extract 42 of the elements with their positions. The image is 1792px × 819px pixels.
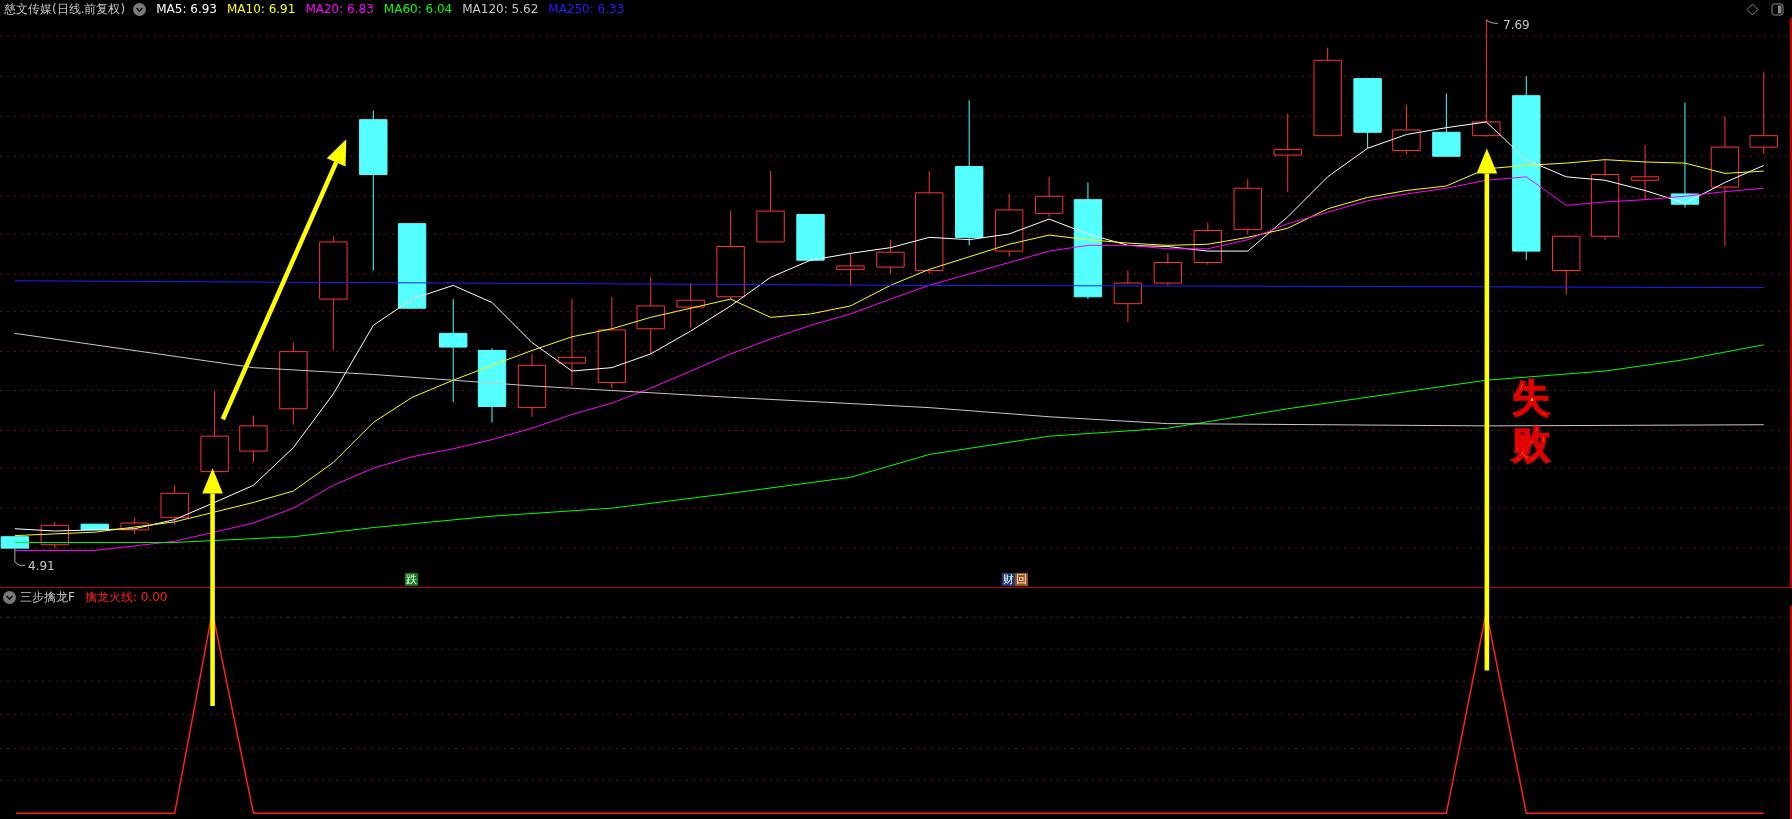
- ma-reading: MA5: 6.93: [156, 2, 217, 16]
- ma-reading: MA120: 5.62: [462, 2, 539, 16]
- candlestick: [1113, 270, 1143, 323]
- candlestick: [120, 516, 149, 535]
- signal-badge: 财: [1002, 573, 1015, 586]
- candlestick: [1353, 78, 1382, 149]
- candlestick: [1034, 176, 1064, 218]
- candlestick: [160, 484, 189, 526]
- candlestick: [836, 252, 865, 286]
- candlestick: [1153, 252, 1183, 286]
- candlestick: [40, 521, 69, 549]
- candlestick: [0, 536, 30, 549]
- ma-reading: MA60: 6.04: [383, 2, 453, 16]
- chevron-down-icon: [133, 2, 147, 16]
- panel-toggle-icon: [1771, 2, 1784, 16]
- candlestick: [239, 415, 268, 463]
- signal-badge: 回: [1015, 573, 1028, 586]
- price-label: 7.69: [1503, 18, 1530, 32]
- annotation-text: 失败: [1512, 376, 1550, 468]
- candlestick: [1630, 144, 1660, 201]
- diamond-icon: [1746, 2, 1759, 16]
- candlestick: [1392, 104, 1421, 155]
- candlestick: [1432, 92, 1461, 157]
- candlestick: [1233, 178, 1262, 235]
- ma-reading: MA250: 6.33: [548, 2, 625, 16]
- price-label: 4.91: [28, 559, 55, 573]
- leader-line: [1485, 19, 1499, 25]
- ma-reading: MA10: 6.91: [226, 2, 296, 16]
- candlestick: [1552, 235, 1581, 295]
- indicator-reading: 擒龙火线: 0.00: [84, 588, 168, 606]
- indicator-name: 三步擒龙F: [20, 588, 75, 606]
- candlestick: [796, 214, 825, 261]
- candlestick: [994, 193, 1024, 258]
- signal-badge: 跌: [405, 573, 418, 586]
- stock-title: 慈文传媒(日线.前复权): [4, 0, 126, 18]
- candlestick: [80, 523, 109, 531]
- candlestick: [876, 239, 905, 275]
- candlestick: [517, 353, 547, 418]
- candlestick: [676, 282, 705, 329]
- ma-reading: MA20: 6.83: [305, 2, 374, 16]
- chevron-down-icon: [3, 590, 16, 604]
- leader-line: [14, 547, 26, 566]
